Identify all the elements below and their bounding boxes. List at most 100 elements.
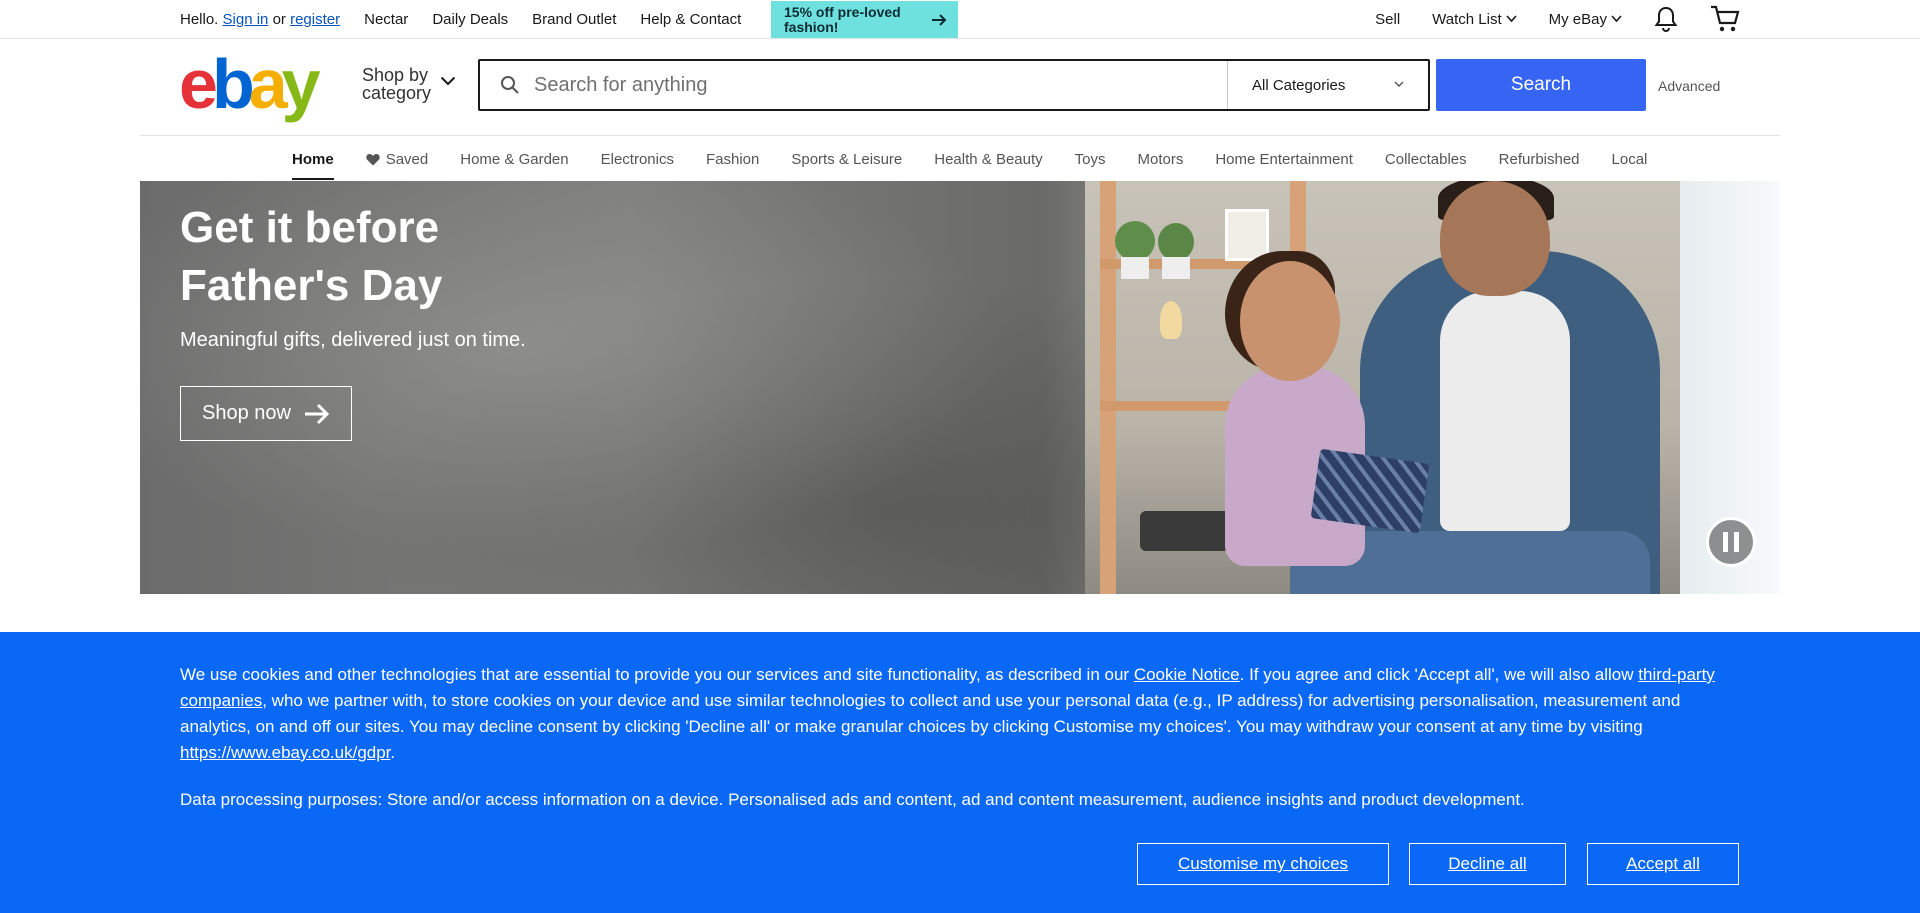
category-selected-value: All Categories (1252, 76, 1346, 94)
decline-all-button[interactable]: Decline all (1409, 843, 1566, 885)
nav-item-sports-leisure[interactable]: Sports & Leisure (791, 137, 902, 181)
top-left-links: Hello. Sign in or register Nectar Daily … (180, 0, 741, 38)
cookie-message: We use cookies and other technologies th… (180, 662, 1750, 766)
or-text: or (272, 10, 286, 28)
hello-text: Hello. (180, 10, 219, 28)
gdpr-link[interactable]: https://www.ebay.co.uk/gdpr (180, 743, 390, 762)
nav-item-health-beauty[interactable]: Health & Beauty (934, 137, 1042, 181)
category-nav: Home Saved Home & Garden Electronics Fas… (0, 137, 1920, 181)
cookie-notice-link[interactable]: Cookie Notice (1134, 665, 1240, 684)
logo-letter-e: e (179, 45, 218, 123)
hero-banner[interactable]: Get it before Father's Day Meaningful gi… (140, 181, 1780, 594)
plant-image (1115, 221, 1155, 261)
watch-list-menu[interactable]: Watch List (1432, 10, 1517, 28)
search-bar: All Categories (478, 59, 1430, 111)
daily-deals-link[interactable]: Daily Deals (432, 11, 508, 28)
accept-all-button[interactable]: Accept all (1587, 843, 1739, 885)
nav-label: Home Entertainment (1215, 150, 1353, 168)
nav-label: Sports & Leisure (791, 150, 903, 168)
search-input[interactable] (534, 73, 1134, 97)
girl-head (1240, 261, 1340, 381)
pot-image (1121, 257, 1149, 279)
help-contact-link[interactable]: Help & Contact (640, 11, 741, 28)
chevron-down-icon (1506, 15, 1517, 23)
customise-choices-button[interactable]: Customise my choices (1137, 843, 1389, 885)
promo-banner[interactable]: 15% off pre-loved fashion! (771, 1, 958, 38)
nav-item-electronics[interactable]: Electronics (601, 137, 674, 181)
lamp-image (1160, 301, 1182, 339)
nav-label: Toys (1074, 150, 1106, 168)
category-select[interactable]: All Categories (1228, 61, 1428, 109)
search-button[interactable]: Search (1436, 59, 1646, 111)
brand-outlet-link[interactable]: Brand Outlet (532, 11, 616, 28)
top-utility-bar: Hello. Sign in or register Nectar Daily … (0, 0, 1920, 39)
header-divider (140, 135, 1780, 136)
main-header: e b a y Shop by category All Categories … (0, 39, 1920, 136)
data-processing-purposes: Data processing purposes: Store and/or a… (180, 790, 1525, 809)
nav-label: Fashion (705, 150, 760, 168)
nav-item-toys[interactable]: Toys (1075, 137, 1106, 181)
nav-label: Collectables (1384, 150, 1467, 168)
hero-title-line: Father's Day (180, 261, 443, 310)
nav-label: Saved (385, 150, 429, 168)
my-ebay-label: My eBay (1548, 10, 1607, 28)
arrow-right-icon (304, 403, 330, 424)
nav-label: Electronics (600, 150, 674, 168)
nav-item-collectables[interactable]: Collectables (1385, 137, 1467, 181)
nav-label: Motors (1137, 150, 1184, 168)
cart-button[interactable] (1710, 5, 1740, 33)
cookie-consent-banner: We use cookies and other technologies th… (0, 632, 1920, 913)
nav-label: Refurbished (1498, 150, 1580, 168)
promo-text: 15% off pre-loved fashion! (784, 3, 901, 35)
ebay-logo[interactable]: e b a y (179, 45, 321, 123)
category-label: category (362, 83, 432, 103)
sign-in-link[interactable]: Sign in (223, 11, 269, 28)
cart-icon (1711, 5, 1740, 32)
chevron-down-icon (1394, 81, 1404, 87)
my-ebay-menu[interactable]: My eBay (1549, 11, 1622, 28)
bell-icon (1654, 6, 1678, 32)
nav-item-local[interactable]: Local (1612, 137, 1648, 181)
cookie-text: , who we partner with, to store cookies … (180, 691, 1681, 736)
cookie-text: . (390, 743, 396, 762)
cookie-text: . If you agree and click 'Accept all', w… (1239, 665, 1639, 684)
shop-by-label: Shop by (362, 65, 429, 85)
register-link[interactable]: register (290, 11, 340, 28)
watch-list-label: Watch List (1432, 10, 1502, 28)
nav-item-motors[interactable]: Motors (1138, 137, 1184, 181)
gift-box-image (1310, 448, 1430, 534)
nav-item-home[interactable]: Home (292, 137, 334, 181)
greeting: Hello. Sign in or register (180, 11, 340, 28)
cookie-text: We use cookies and other technologies th… (180, 665, 1134, 684)
nav-label: Home & Garden (460, 150, 569, 168)
heart-icon (366, 153, 380, 165)
pot-image (1162, 257, 1190, 279)
plant-image (1158, 223, 1194, 261)
nav-label: Health & Beauty (934, 150, 1043, 168)
nav-item-saved[interactable]: Saved (366, 137, 429, 181)
pause-icon (1734, 532, 1739, 552)
man-shirt (1440, 291, 1570, 531)
pause-carousel-button[interactable] (1706, 517, 1756, 567)
logo-letter-a: a (248, 45, 288, 123)
hero-title-line: Get it before (180, 203, 440, 252)
notifications-button[interactable] (1654, 6, 1678, 32)
nav-item-home-garden[interactable]: Home & Garden (460, 137, 568, 181)
top-right-links: Sell Watch List My eBay (1375, 0, 1740, 38)
nav-item-home-entertainment[interactable]: Home Entertainment (1215, 137, 1353, 181)
sell-link[interactable]: Sell (1375, 11, 1400, 28)
nav-item-fashion[interactable]: Fashion (706, 137, 759, 181)
shop-now-button[interactable]: Shop now (180, 386, 352, 441)
advanced-search-link[interactable]: Advanced (1658, 78, 1720, 94)
shop-by-category-button[interactable]: Shop by category (362, 65, 456, 103)
chevron-down-icon (1611, 15, 1622, 23)
nav-label: Home (292, 150, 334, 168)
photo-frame-image (1225, 209, 1269, 261)
sell-label: Sell (1375, 10, 1401, 28)
search-input-wrap (480, 61, 1228, 109)
man-head (1440, 181, 1550, 296)
nav-label: Local (1611, 150, 1648, 168)
shelf-post (1100, 181, 1116, 594)
nectar-link[interactable]: Nectar (364, 11, 408, 28)
nav-item-refurbished[interactable]: Refurbished (1499, 137, 1580, 181)
